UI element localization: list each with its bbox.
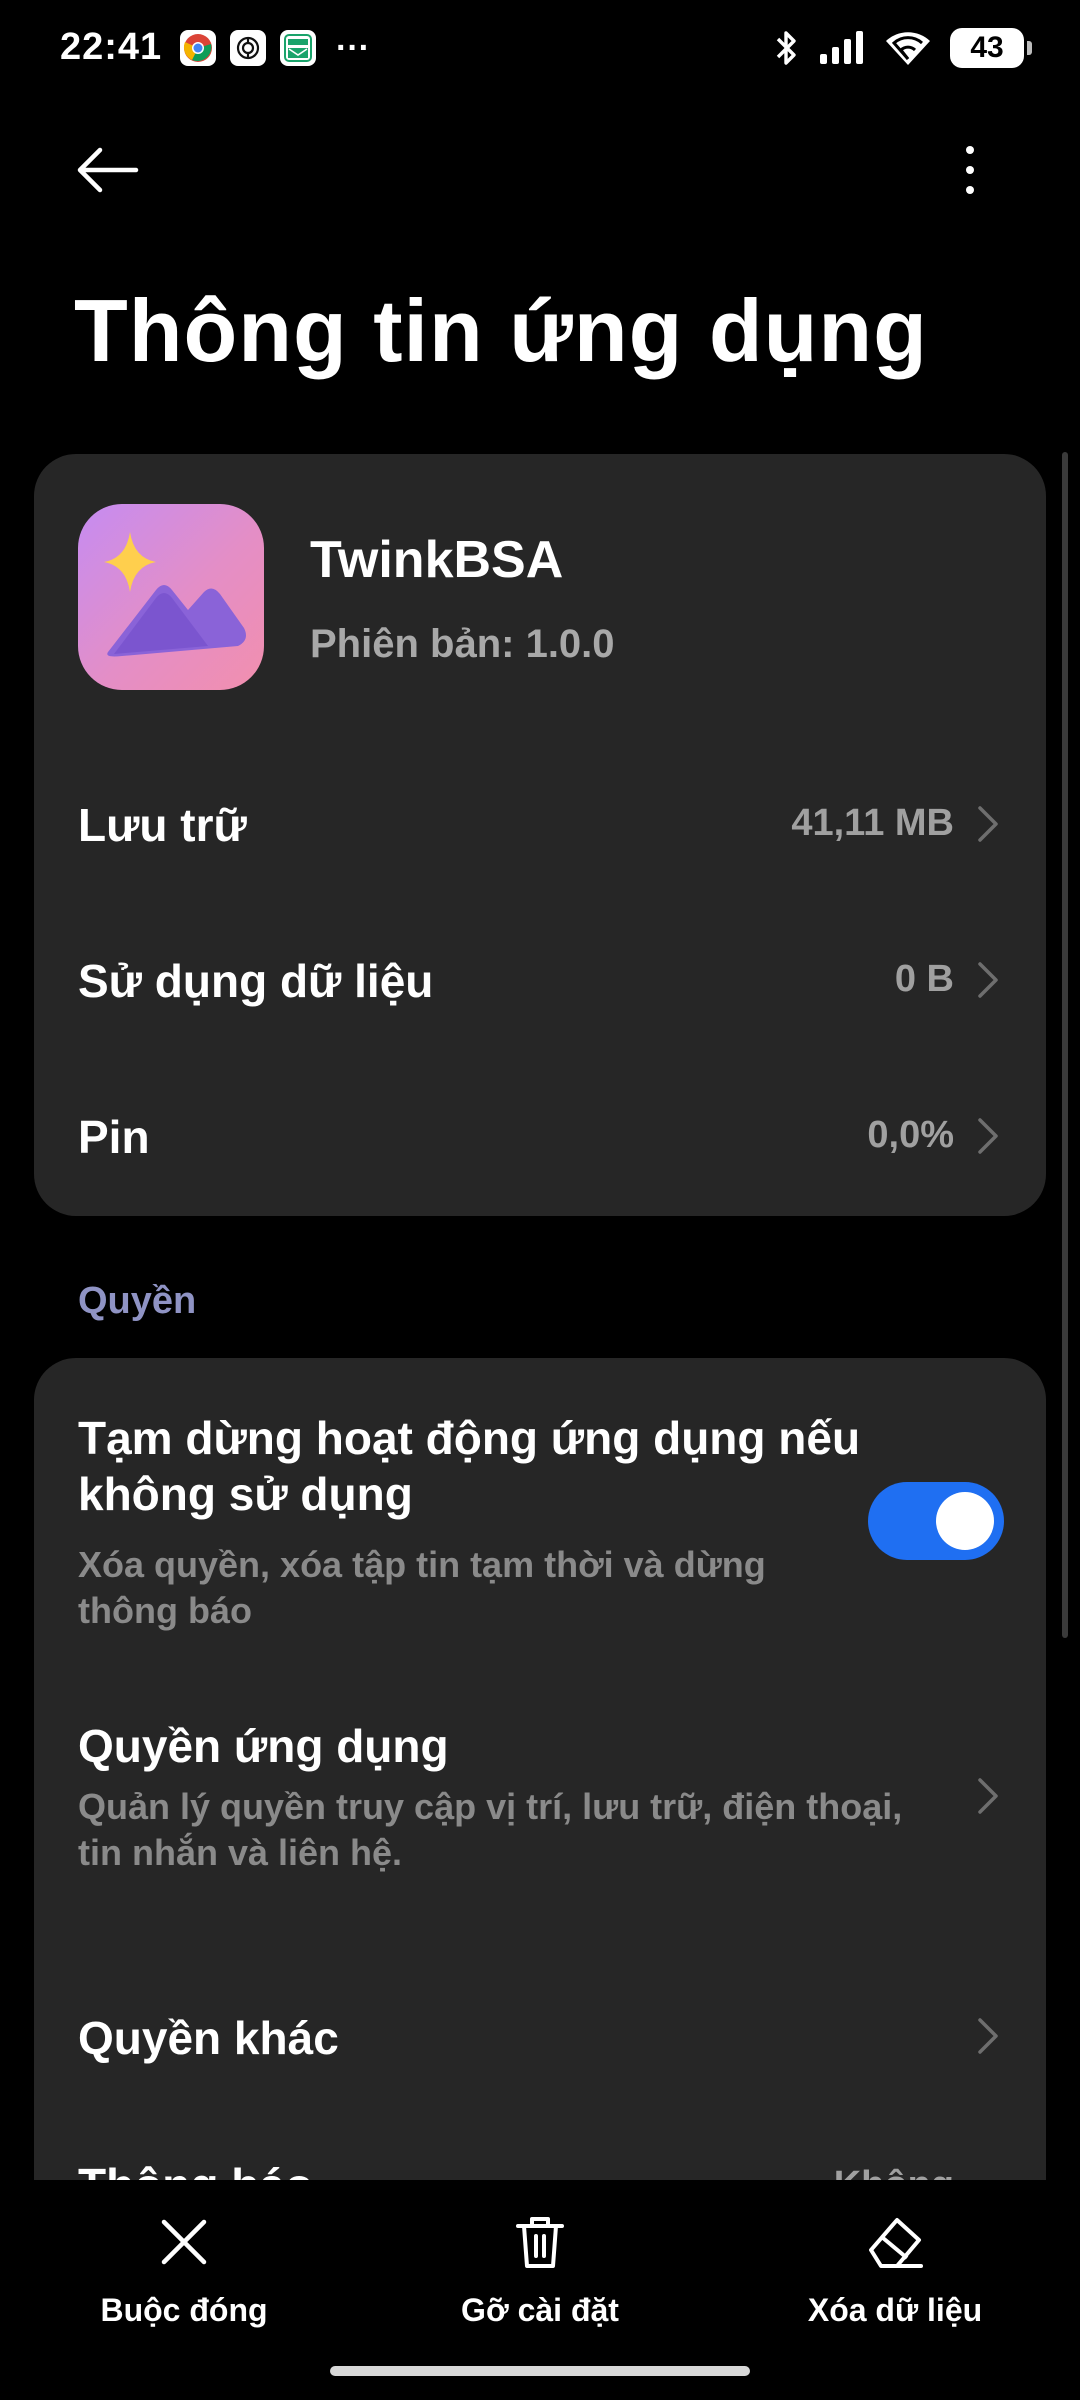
notification-icons: ··· bbox=[180, 30, 370, 66]
uninstall-button[interactable]: Gỡ cài đặt bbox=[410, 2210, 670, 2340]
pause-app-title: Tạm dừng hoạt động ứng dụng nếu không sử… bbox=[78, 1412, 861, 1520]
permissions-section-label: Quyền bbox=[78, 1280, 197, 1322]
battery-label: Pin bbox=[78, 1111, 150, 1163]
app-name: TwinkBSA bbox=[310, 531, 564, 589]
status-time: 22:41 bbox=[60, 26, 163, 68]
chatgpt-icon bbox=[230, 30, 266, 66]
pause-app-toggle[interactable] bbox=[868, 1482, 1004, 1560]
app-permissions-row[interactable]: Quyền ứng dụng Quản lý quyền truy cập vị… bbox=[34, 1718, 1046, 1938]
back-button[interactable] bbox=[70, 140, 150, 200]
page-title: Thông tin ứng dụng bbox=[74, 281, 928, 380]
chrome-icon bbox=[180, 30, 216, 66]
pause-app-row[interactable]: Tạm dừng hoạt động ứng dụng nếu không sử… bbox=[34, 1358, 1046, 1658]
clear-data-button[interactable]: Xóa dữ liệu bbox=[765, 2210, 1025, 2340]
signal-icon bbox=[820, 31, 863, 64]
data-usage-label: Sử dụng dữ liệu bbox=[78, 955, 434, 1007]
mountain-sparkle-icon bbox=[78, 504, 264, 690]
app-version: Phiên bản: 1.0.0 bbox=[310, 622, 615, 666]
storage-label: Lưu trữ bbox=[78, 799, 247, 851]
more-notifications-icon: ··· bbox=[336, 29, 370, 67]
chevron-right-icon bbox=[978, 1118, 998, 1154]
more-options-button[interactable] bbox=[950, 140, 990, 200]
app-info-card: TwinkBSA Phiên bản: 1.0.0 Lưu trữ 41,11 … bbox=[34, 454, 1046, 1216]
data-usage-value: 0 B bbox=[894, 958, 954, 1000]
temp-mail-icon bbox=[280, 30, 316, 66]
eraser-icon bbox=[869, 2218, 923, 2268]
storage-value: 41,11 MB bbox=[791, 802, 954, 844]
chevron-right-icon bbox=[978, 2018, 998, 2054]
more-vertical-icon bbox=[966, 146, 974, 154]
other-permissions-title: Quyền khác bbox=[78, 2012, 339, 2064]
toggle-knob bbox=[936, 1492, 994, 1550]
other-permissions-row[interactable]: Quyền khác bbox=[34, 1958, 1046, 2108]
force-stop-button[interactable]: Buộc đóng bbox=[54, 2210, 314, 2340]
app-permissions-description: Quản lý quyền truy cập vị trí, lưu trữ, … bbox=[78, 1786, 903, 1873]
bluetooth-icon bbox=[776, 31, 796, 65]
arrow-left-icon bbox=[77, 147, 139, 193]
wifi-icon bbox=[886, 32, 930, 65]
app-info-screen: 22:41 ··· 43 Thông tin ứng dụng TwinkBSA… bbox=[0, 0, 1080, 2400]
scrollbar[interactable] bbox=[1062, 452, 1068, 1638]
force-stop-label: Buộc đóng bbox=[100, 2292, 268, 2328]
chevron-right-icon bbox=[978, 962, 998, 998]
data-usage-row[interactable]: Sử dụng dữ liệu 0 B bbox=[34, 904, 1046, 1054]
clear-data-label: Xóa dữ liệu bbox=[807, 2292, 983, 2328]
home-indicator[interactable] bbox=[330, 2366, 750, 2376]
close-icon bbox=[161, 2219, 207, 2265]
battery-row[interactable]: Pin 0,0% bbox=[34, 1060, 1046, 1210]
battery-value: 0,0% bbox=[867, 1114, 954, 1156]
storage-row[interactable]: Lưu trữ 41,11 MB bbox=[34, 748, 1046, 898]
uninstall-label: Gỡ cài đặt bbox=[461, 2292, 619, 2328]
pause-app-description: Xóa quyền, xóa tập tin tạm thời và dừng … bbox=[78, 1544, 766, 1631]
status-indicators: 43 bbox=[772, 28, 1032, 68]
status-bar: 22:41 ··· 43 bbox=[0, 0, 1080, 100]
chevron-right-icon bbox=[978, 1778, 998, 1814]
trash-icon bbox=[516, 2217, 564, 2268]
permissions-card: Tạm dừng hoạt động ứng dụng nếu không sử… bbox=[34, 1358, 1046, 2258]
battery-indicator: 43 bbox=[950, 28, 1032, 68]
app-permissions-title: Quyền ứng dụng bbox=[78, 1720, 449, 1772]
chevron-right-icon bbox=[978, 806, 998, 842]
